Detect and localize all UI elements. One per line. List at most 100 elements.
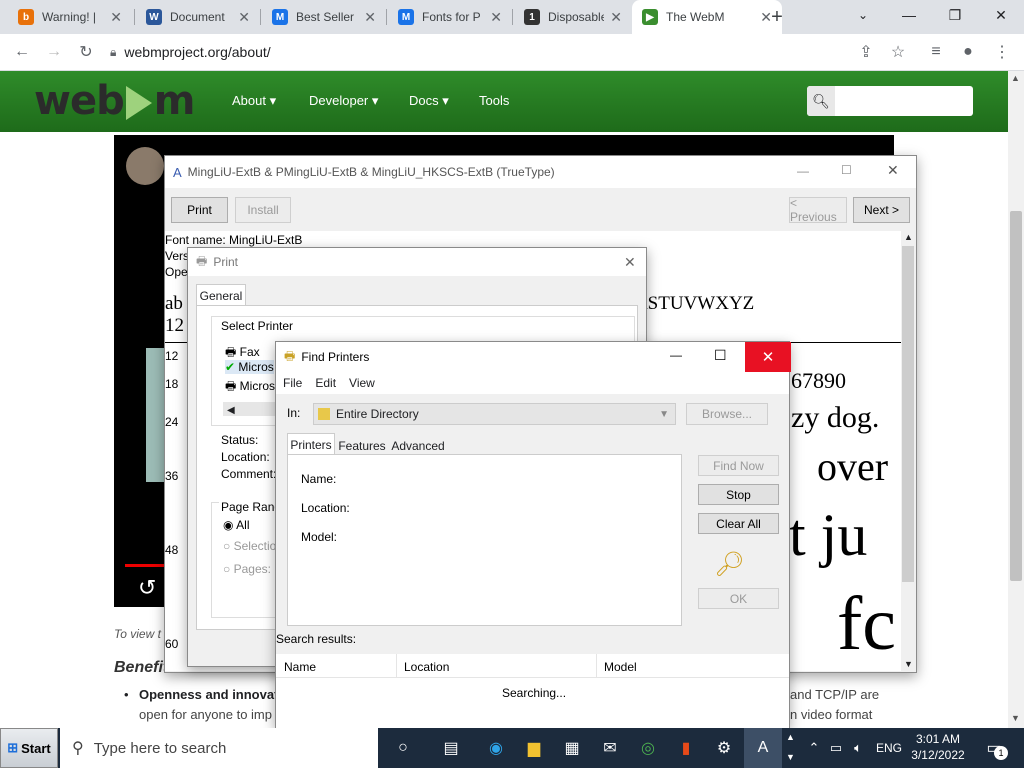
close-icon[interactable]: ✕ [238, 9, 250, 26]
tab-title: Document [170, 10, 225, 24]
printer-list-hscroll[interactable]: ◀ [223, 402, 278, 416]
search-flashlight-icon: 🔎︎ [714, 551, 745, 578]
progress-bar[interactable] [125, 564, 165, 567]
nav-docs[interactable]: Docs ▾ [409, 93, 449, 109]
tab-warning[interactable]: b Warning! | ✕ [8, 0, 132, 34]
back-icon[interactable]: ← [10, 40, 34, 64]
tab-document[interactable]: W Document ✕ [136, 0, 260, 34]
close-window-button[interactable]: ✕ [978, 0, 1024, 30]
menu-file[interactable]: File [283, 376, 302, 390]
stop-button[interactable]: Stop [698, 484, 779, 505]
tab-advanced[interactable]: Advanced [390, 437, 446, 455]
tab-fonts[interactable]: M Fonts for P ✕ [388, 0, 512, 34]
find-now-button[interactable]: Find Now [698, 455, 779, 476]
mail-icon[interactable]: ✉ [598, 736, 622, 760]
nav-developer[interactable]: Developer ▾ [309, 93, 378, 109]
next-button[interactable]: Next > [853, 197, 910, 223]
menu-edit[interactable]: Edit [315, 376, 336, 390]
address-bar[interactable]: 🔒︎ webmproject.org/about/ [110, 38, 900, 66]
in-dropdown[interactable]: Entire Directory ▼ [313, 403, 676, 425]
bookmark-star-icon[interactable]: ☆ [886, 40, 910, 64]
menu-icon[interactable]: ⋮ [990, 40, 1014, 64]
close-icon[interactable]: ✕ [610, 9, 622, 26]
scroll-down-icon[interactable]: ▼ [1011, 713, 1020, 723]
store-icon[interactable]: ▦ [560, 736, 584, 760]
tab-webm[interactable]: ▶ The WebM ✕ [632, 0, 782, 34]
office-icon[interactable]: ▮ [674, 736, 698, 760]
chevron-left-icon[interactable]: ◀ [227, 405, 235, 416]
column-location[interactable]: Location [404, 660, 449, 674]
file-explorer-icon[interactable]: ▆ [522, 736, 546, 760]
tab-search-icon[interactable]: ⌄ [840, 0, 886, 30]
minimize-button[interactable]: — [797, 164, 809, 178]
scroll-up-icon[interactable]: ▲ [1011, 73, 1020, 83]
radio-all[interactable]: ◉ All [223, 518, 250, 532]
settings-gear-icon[interactable]: ⚙ [712, 736, 736, 760]
lock-icon[interactable]: 🔒︎ [110, 45, 116, 60]
column-name[interactable]: Name [284, 660, 316, 674]
radio-selection[interactable]: ○ Selection [223, 539, 283, 553]
forward-icon[interactable]: → [42, 40, 66, 64]
taskbar-search[interactable]: ⚲ Type here to search [60, 728, 378, 768]
profile-icon[interactable]: ● [956, 40, 980, 64]
edge-icon[interactable]: ◉ [484, 736, 508, 760]
chevron-down-icon: ▼ [659, 408, 669, 420]
tab-printers[interactable]: Printers [287, 433, 335, 455]
minimize-button[interactable]: — [886, 0, 932, 30]
webm-logo[interactable]: web m [34, 78, 195, 124]
widgets-icon[interactable]: ▤ [439, 736, 463, 760]
radio-pages[interactable]: ○ Pages: [223, 562, 271, 576]
network-icon[interactable]: ▭ [824, 736, 848, 760]
close-button[interactable]: ✕ [745, 342, 791, 372]
replay-icon[interactable]: ↺ [138, 575, 156, 601]
tab-title: Warning! | [42, 10, 97, 24]
task-view-icon[interactable]: ○ [391, 736, 415, 760]
close-icon[interactable]: ✕ [490, 9, 502, 26]
minimize-button[interactable]: — [670, 348, 682, 362]
close-icon[interactable]: ✕ [364, 9, 376, 26]
reload-icon[interactable]: ↻ [74, 40, 98, 64]
language-indicator[interactable]: ENG [876, 741, 902, 755]
tab-features[interactable]: Features [338, 437, 386, 455]
close-button[interactable]: ✕ [624, 254, 636, 271]
printer-item[interactable]: 🖶︎ Micros [225, 377, 275, 398]
scroll-thumb[interactable] [1010, 211, 1022, 581]
chevron-down-icon[interactable]: ▼ [786, 752, 795, 762]
reading-list-icon[interactable]: ≡ [924, 40, 948, 64]
tab-best-sellers[interactable]: M Best Seller ✕ [262, 0, 386, 34]
nav-about[interactable]: About ▾ [232, 93, 276, 109]
ok-button[interactable]: OK [698, 588, 779, 609]
nav-tools[interactable]: Tools [479, 93, 509, 108]
scroll-up-icon[interactable]: ▲ [904, 232, 913, 242]
volume-icon[interactable]: 🔈︎ [846, 736, 870, 760]
print-button[interactable]: Print [171, 197, 228, 223]
font-viewer-taskbar-icon[interactable]: A [744, 728, 782, 768]
column-model[interactable]: Model [604, 660, 637, 674]
restore-button[interactable]: ❐ [932, 0, 978, 30]
new-tab-button[interactable]: + [766, 6, 788, 28]
chevron-up-icon[interactable]: ▲ [786, 732, 795, 742]
close-button[interactable]: ✕ [887, 162, 899, 179]
chrome-icon[interactable]: ◎ [636, 736, 660, 760]
start-button[interactable]: ⊞ Start [0, 728, 58, 768]
browse-button[interactable]: Browse... [686, 403, 768, 425]
scroll-down-icon[interactable]: ▼ [904, 659, 913, 669]
install-button[interactable]: Install [235, 197, 291, 223]
share-icon[interactable]: ⇪ [854, 40, 878, 64]
maximize-button[interactable]: ☐ [714, 347, 727, 364]
scroll-thumb[interactable] [902, 246, 914, 582]
search-icon[interactable]: 🔍︎ [807, 86, 835, 116]
printer-item[interactable]: ✔ Micros [225, 360, 274, 374]
close-icon[interactable]: ✕ [110, 9, 122, 26]
maximize-button[interactable]: ☐ [841, 163, 852, 177]
site-search[interactable]: 🔍︎ [807, 86, 973, 116]
tab-disposable[interactable]: 1 Disposable ✕ [514, 0, 632, 34]
font-viewer-scrollbar[interactable]: ▲ ▼ [901, 232, 916, 672]
menu-view[interactable]: View [349, 376, 375, 390]
clock[interactable]: 3:01 AM 3/12/2022 [908, 732, 968, 762]
previous-button[interactable]: < Previous [789, 196, 847, 224]
clear-all-button[interactable]: Clear All [698, 513, 779, 534]
show-hidden-icons[interactable]: ⌃ [802, 736, 826, 760]
tab-general[interactable]: General [196, 284, 246, 306]
page-scrollbar[interactable]: ▲ ▼ [1008, 71, 1024, 728]
